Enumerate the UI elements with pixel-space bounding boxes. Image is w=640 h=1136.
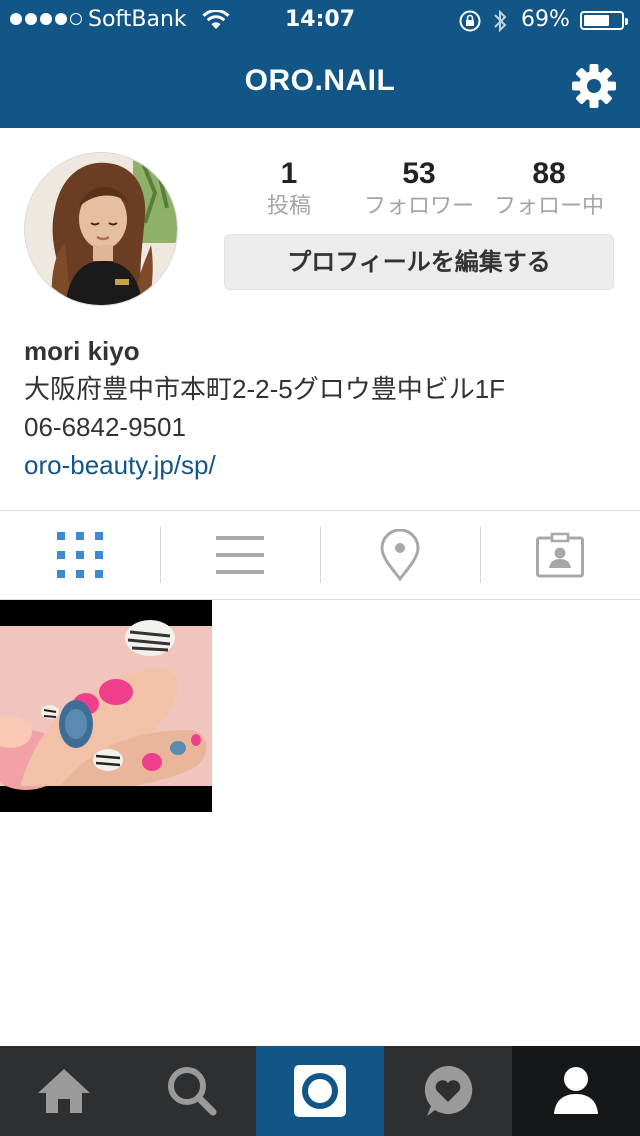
tab-photo-map[interactable]: [320, 511, 480, 599]
gear-icon[interactable]: [570, 62, 618, 110]
header-bar: SoftBank 14:07 69% ORO.NAIL: [0, 0, 640, 128]
stat-value: 88: [532, 157, 566, 190]
website-link[interactable]: oro-beauty.jp/sp/: [24, 446, 505, 484]
tab-search[interactable]: [128, 1046, 256, 1136]
grid-icon: [57, 532, 103, 578]
activity-heart-icon: [424, 1065, 473, 1116]
list-icon: [216, 536, 264, 574]
stat-value: 53: [402, 157, 436, 190]
following-count[interactable]: 88 フォロー中: [479, 156, 619, 222]
rotation-lock-icon: [459, 10, 481, 32]
avatar[interactable]: [24, 152, 178, 306]
profile-bio: mori kiyo 大阪府豊中市本町2-2-5グロウ豊中ビル1F 06-6842…: [24, 332, 505, 484]
bottom-tab-bar: [0, 1046, 640, 1136]
tagged-photos-icon: [536, 532, 584, 578]
tab-camera[interactable]: [256, 1046, 384, 1136]
bluetooth-icon: [494, 9, 507, 33]
posts-count[interactable]: 1 投稿: [219, 156, 359, 222]
username: mori kiyo: [24, 336, 140, 366]
bio-address: 大阪府豊中市本町2-2-5グロウ豊中ビル1F: [24, 374, 506, 404]
view-toggle-bar: [0, 510, 640, 600]
tab-grid-view[interactable]: [0, 511, 160, 599]
tab-profile[interactable]: [512, 1046, 640, 1136]
search-icon: [168, 1067, 217, 1116]
tab-list-view[interactable]: [160, 511, 320, 599]
followers-count[interactable]: 53 フォロワー: [349, 156, 489, 222]
stat-label: フォロワー: [363, 194, 474, 219]
bio-phone[interactable]: 06-6842-9501: [24, 408, 505, 446]
profile-icon: [554, 1067, 598, 1114]
location-pin-icon: [380, 529, 420, 581]
home-icon: [38, 1069, 90, 1113]
stat-label: 投稿: [266, 194, 311, 219]
status-bar: SoftBank 14:07 69%: [0, 0, 640, 40]
tab-activity[interactable]: [384, 1046, 512, 1136]
tab-tagged-photos[interactable]: [480, 511, 640, 599]
stat-label: フォロー中: [493, 194, 604, 219]
stat-value: 1: [280, 157, 298, 190]
camera-icon: [294, 1065, 346, 1117]
battery-icon: [580, 11, 628, 30]
tab-home[interactable]: [0, 1046, 128, 1136]
post-thumbnail[interactable]: [0, 600, 212, 812]
battery-percent: 69%: [521, 7, 570, 32]
page-title: ORO.NAIL: [244, 64, 396, 97]
edit-profile-button[interactable]: プロフィールを編集する: [224, 234, 614, 290]
